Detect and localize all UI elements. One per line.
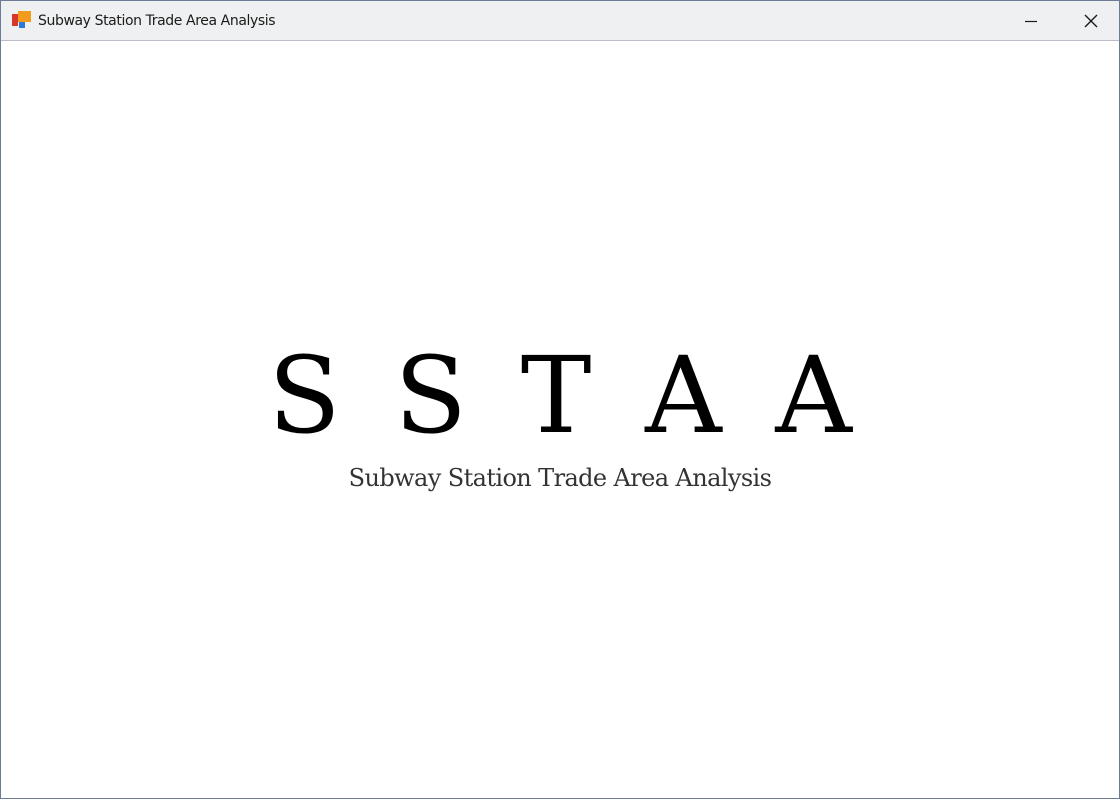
app-logo-text: S S T A A (268, 334, 862, 457)
app-window: Subway Station Trade Area Analysis S S T… (0, 0, 1120, 799)
minimize-button[interactable] (1002, 1, 1060, 40)
app-subtitle: Subway Station Trade Area Analysis (348, 464, 772, 492)
close-icon (1084, 14, 1098, 27)
window-title: Subway Station Trade Area Analysis (38, 13, 276, 29)
close-button[interactable] (1062, 1, 1120, 40)
title-bar[interactable]: Subway Station Trade Area Analysis (1, 1, 1119, 41)
minimize-icon (1025, 20, 1037, 22)
app-logo-orange-block (18, 11, 31, 22)
app-logo-icon (11, 11, 32, 31)
app-logo-blue-block (19, 22, 25, 28)
splash-content: S S T A A Subway Station Trade Area Anal… (1, 41, 1119, 798)
